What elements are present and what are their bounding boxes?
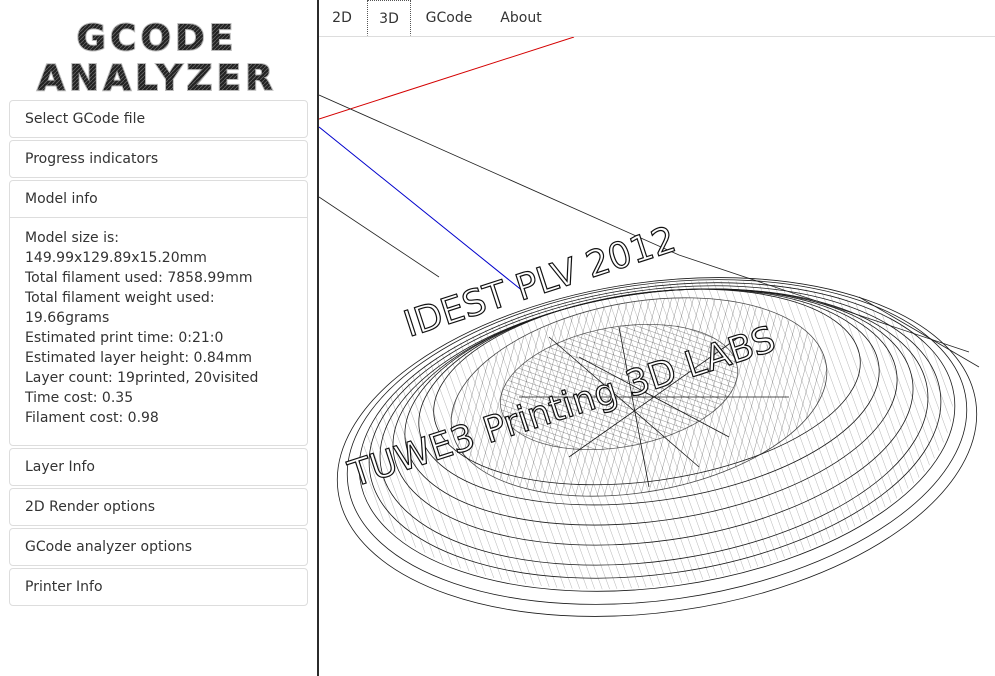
axis-x-line: [319, 37, 575, 120]
panel-heading-layer-info[interactable]: Layer Info: [10, 449, 307, 485]
model-info-line: Filament cost: 0.98: [25, 410, 159, 426]
gcode-analyzer-logo: GCODE ANALYZER: [36, 17, 277, 98]
tab-gcode[interactable]: GCode: [417, 0, 481, 36]
sidebar: GCODE ANALYZER Select GCode file Progres…: [0, 0, 318, 676]
panel-heading-progress-indicators[interactable]: Progress indicators: [10, 141, 307, 177]
logo-text-bottom: ANALYZER: [37, 58, 277, 98]
panel-model-info: Model info Model size is: 149.99x129.89x…: [9, 180, 308, 446]
travel-line: [319, 94, 680, 256]
panel-select-gcode-file[interactable]: Select GCode file: [9, 100, 308, 138]
3d-viewport[interactable]: IDEST PLV 2012 TUWE3 Printing 3D LABS: [319, 37, 995, 676]
logo-text-top: GCODE: [76, 18, 237, 59]
tab-3d[interactable]: 3D: [367, 0, 411, 36]
panel-layer-info[interactable]: Layer Info: [9, 448, 308, 486]
model-info-body: Model size is: 149.99x129.89x15.20mm Tot…: [10, 218, 307, 438]
panel-heading-model-info[interactable]: Model info: [10, 181, 307, 218]
panel-progress-indicators[interactable]: Progress indicators: [9, 140, 308, 178]
axis-y-line: [319, 126, 525, 293]
model-info-line: 19.66grams: [25, 310, 110, 326]
model-info-line: Model size is:: [25, 230, 119, 246]
model-info-line: Total filament weight used:: [25, 290, 215, 306]
panel-heading-2d-render-options[interactable]: 2D Render options: [10, 489, 307, 525]
model-info-line: Layer count: 19printed, 20visited: [25, 370, 259, 386]
model-info-line: Time cost: 0.35: [25, 390, 134, 406]
panel-gcode-analyzer-options[interactable]: GCode analyzer options: [9, 528, 308, 566]
3d-render-canvas[interactable]: IDEST PLV 2012 TUWE3 Printing 3D LABS: [319, 37, 995, 676]
panel-2d-render-options[interactable]: 2D Render options: [9, 488, 308, 526]
panel-printer-info[interactable]: Printer Info: [9, 568, 308, 606]
panel-heading-select-gcode-file[interactable]: Select GCode file: [10, 101, 307, 137]
model-info-line: Total filament used: 7858.99mm: [25, 270, 253, 286]
tab-about[interactable]: About: [489, 0, 553, 36]
model-info-line: 149.99x129.89x15.20mm: [25, 250, 207, 266]
panel-heading-gcode-analyzer-options[interactable]: GCode analyzer options: [10, 529, 307, 565]
tab-2d[interactable]: 2D: [323, 0, 361, 36]
model-info-line: Estimated layer height: 0.84mm: [25, 350, 252, 366]
panel-heading-printer-info[interactable]: Printer Info: [10, 569, 307, 605]
model-info-line: Estimated print time: 0:21:0: [25, 330, 224, 346]
view-tabs: 2D 3D GCode About: [319, 0, 995, 37]
